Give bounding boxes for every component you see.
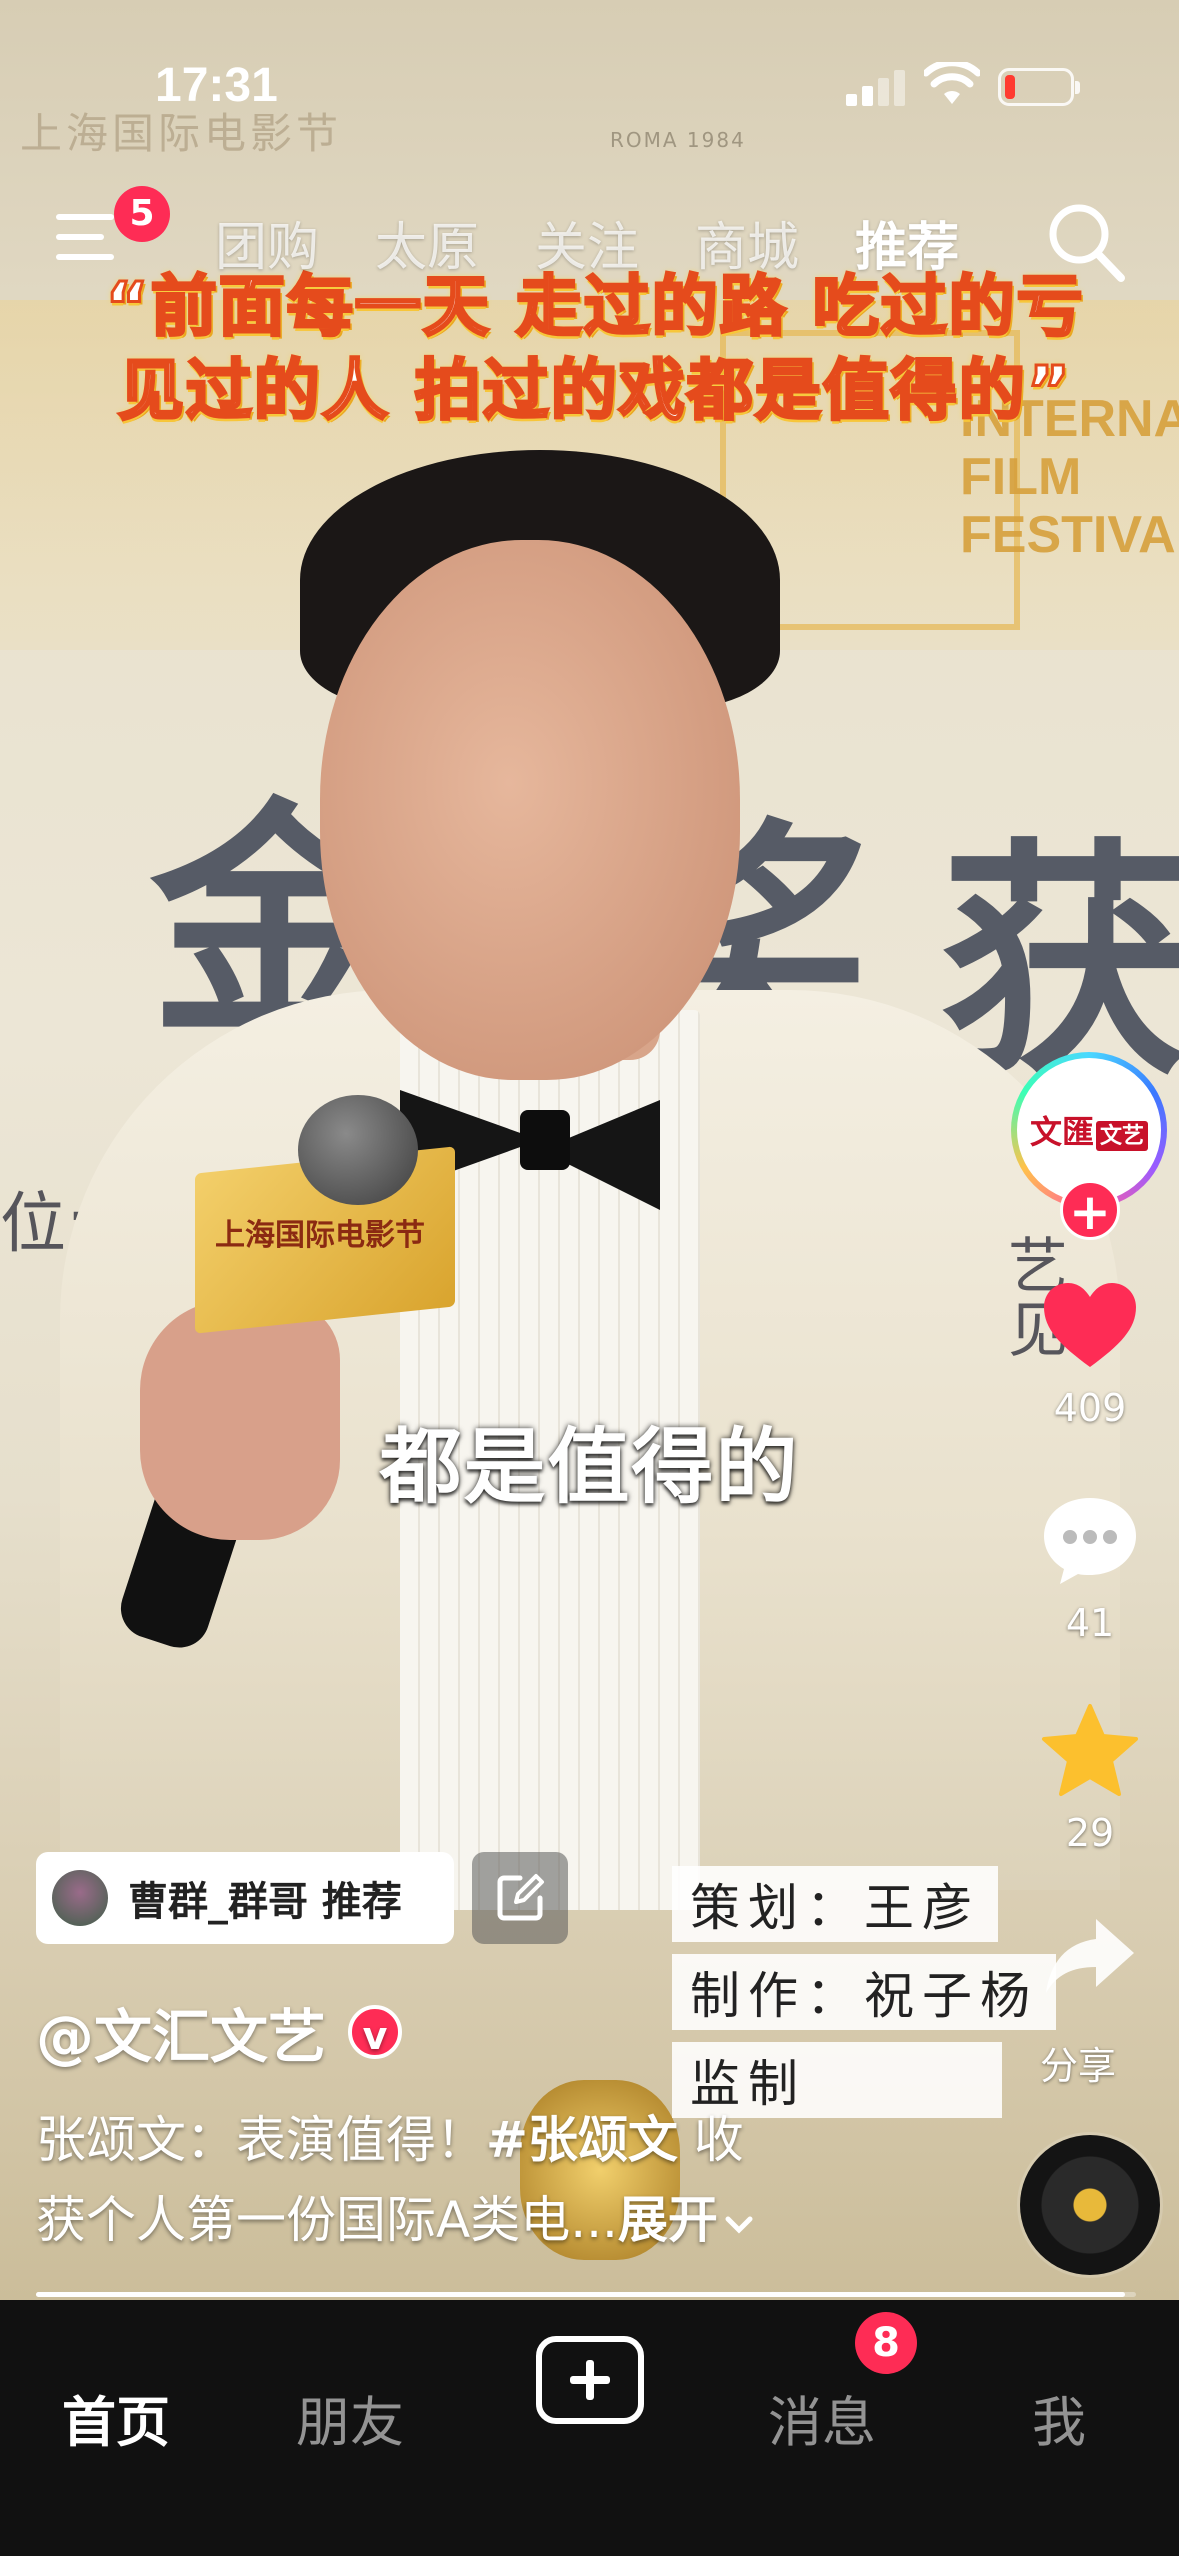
- status-time: 17:31: [155, 59, 278, 112]
- recommender-avatar: [52, 1870, 108, 1926]
- credit-producer: 制作：祝子杨: [672, 1954, 1056, 2030]
- tab-me[interactable]: 我: [1032, 2378, 1086, 2457]
- quote-line-2: 见过的人 拍过的戏都是值得的”: [116, 351, 1073, 431]
- verified-badge: v: [348, 2005, 403, 2059]
- chevron-down-icon: [725, 2216, 753, 2234]
- video-subtitle: 都是值得的: [379, 1420, 800, 1515]
- like-button[interactable]: 409: [1025, 1270, 1155, 1430]
- favorite-count: 29: [1065, 1811, 1115, 1855]
- quote-caption: “前面每一天 走过的路 吃过的亏 见过的人 拍过的戏都是值得的”: [70, 265, 1120, 433]
- tab-friends[interactable]: 朋友: [296, 2378, 404, 2457]
- tab-messages[interactable]: 消息: [768, 2378, 876, 2457]
- menu-badge: 5: [114, 186, 170, 242]
- follow-button[interactable]: +: [1060, 1180, 1120, 1241]
- message-badge: 8: [855, 2312, 917, 2374]
- progress-fill: [36, 2292, 1125, 2297]
- create-button[interactable]: [536, 2336, 644, 2424]
- heart-icon: [1044, 1283, 1136, 1367]
- battery-icon: [998, 68, 1080, 106]
- menu-icon[interactable]: [56, 210, 120, 266]
- hashtag-link[interactable]: #张颂文: [486, 2111, 678, 2169]
- wifi-icon: [924, 62, 980, 104]
- tab-taiyuan[interactable]: 太原: [375, 205, 479, 280]
- status-bar: 17:31: [0, 0, 1179, 170]
- credit-planner: 策划：王彦: [672, 1866, 998, 1942]
- bowtie-knot: [520, 1110, 570, 1170]
- microphone-head: [298, 1095, 418, 1205]
- author-name[interactable]: @文汇文艺 v: [36, 1990, 403, 2074]
- cellular-signal-icon: [846, 70, 906, 106]
- expand-button[interactable]: 展开: [618, 2191, 754, 2249]
- music-disc[interactable]: [1020, 2135, 1160, 2275]
- tab-recommend[interactable]: 推荐: [855, 205, 959, 280]
- like-count: 409: [1053, 1386, 1127, 1430]
- recommend-text: 曹群_群哥 推荐: [128, 1879, 402, 1925]
- description-text-3: 获个人第一份国际A类电...: [36, 2191, 618, 2249]
- edit-icon: [497, 1874, 544, 1921]
- recommend-chip[interactable]: 曹群_群哥 推荐: [36, 1852, 454, 1944]
- description-text: 张颂文：表演值得！: [36, 2111, 486, 2169]
- tab-groupbuy[interactable]: 团购: [215, 205, 319, 280]
- star-icon: [1042, 1704, 1138, 1796]
- comment-count: 41: [1065, 1601, 1115, 1645]
- credits-overlay: 策划：王彦 制作：祝子杨 监制: [672, 1866, 1092, 2130]
- tab-home[interactable]: 首页: [62, 2378, 170, 2457]
- tab-following[interactable]: 关注: [535, 205, 639, 280]
- comment-icon: [1044, 1498, 1136, 1584]
- top-tabs: 团购 太原 关注 商城 推荐: [215, 205, 1015, 280]
- tab-mall[interactable]: 商城: [695, 205, 799, 280]
- favorite-button[interactable]: 29: [1025, 1695, 1155, 1855]
- search-icon[interactable]: [1045, 200, 1127, 286]
- plus-icon: [570, 2360, 610, 2400]
- description-text-2: 收: [677, 2111, 744, 2169]
- edit-button[interactable]: [472, 1852, 568, 1944]
- person-face: [320, 540, 740, 1080]
- video-progress-bar[interactable]: [36, 2292, 1136, 2297]
- comment-button[interactable]: 41: [1025, 1485, 1155, 1645]
- video-description[interactable]: 张颂文：表演值得！#张颂文 收 获个人第一份国际A类电...展开: [36, 2100, 916, 2260]
- avatar-logo-text: 文匯 文艺: [1030, 1107, 1149, 1153]
